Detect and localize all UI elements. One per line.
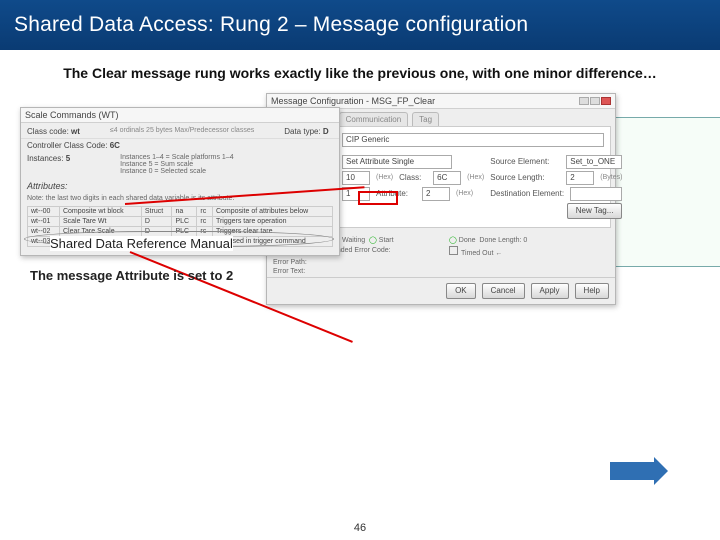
cancel-button[interactable]: Cancel — [482, 283, 525, 299]
select-destination[interactable] — [570, 187, 622, 201]
value-instances: 5 — [66, 154, 70, 163]
caption-reference-manual: Shared Data Reference Manual — [50, 236, 233, 251]
tab-communication[interactable]: Communication — [339, 112, 409, 126]
label-class: Class: — [399, 173, 427, 182]
input-service-code[interactable]: 10 — [342, 171, 370, 185]
value-data-type: D — [323, 127, 329, 136]
value-class-code: wt — [71, 127, 80, 136]
status-done-length: Done Length: 0 — [479, 237, 527, 244]
status-start: Start — [379, 237, 394, 244]
ref-dialog-title: Scale Commands (WT) — [21, 108, 339, 123]
select-message-type[interactable]: CIP Generic — [342, 133, 604, 147]
input-source-length[interactable]: 2 — [566, 171, 594, 185]
select-source-element[interactable]: Set_to_ONE — [566, 155, 622, 169]
maximize-icon[interactable] — [590, 97, 600, 105]
apply-button[interactable]: Apply — [531, 283, 569, 299]
unit-hex: (Hex) — [376, 174, 393, 181]
instances-note-3: Instance 0 = Selected scale — [120, 168, 233, 175]
label-data-type: Data type: — [284, 127, 320, 136]
close-icon[interactable] — [601, 97, 611, 105]
status-timed-out: Timed Out ← — [461, 250, 502, 257]
input-class[interactable]: 6C — [433, 171, 461, 185]
title-bar: Shared Data Access: Rung 2 – Message con… — [0, 0, 720, 50]
slide-title: Shared Data Access: Rung 2 – Message con… — [14, 13, 528, 37]
label-controller-class: Controller Class Code: — [27, 141, 107, 150]
new-tag-button[interactable]: New Tag... — [567, 203, 623, 219]
checkbox-timedout[interactable] — [449, 246, 458, 255]
page-number: 46 — [0, 522, 720, 534]
attribute-highlight-box — [358, 191, 398, 205]
unit-hex-2: (Hex) — [467, 174, 484, 181]
unit-hex-3: (Hex) — [456, 190, 473, 197]
instances-note-1: Instances 1–4 = Scale platforms 1–4 — [120, 154, 233, 161]
ok-button[interactable]: OK — [446, 283, 476, 299]
label-instances: Instances: — [27, 154, 63, 163]
value-controller-class: 6C — [110, 141, 120, 150]
caption-attribute-statement: The message Attribute is set to 2 — [30, 268, 233, 283]
dialog-title-text: Message Configuration - MSG_FP_Clear — [271, 96, 435, 106]
help-button[interactable]: Help — [575, 283, 609, 299]
tab-tag[interactable]: Tag — [412, 112, 439, 126]
select-service-type[interactable]: Set Attribute Single — [342, 155, 452, 169]
status-error-path: Error Path: — [273, 259, 433, 266]
input-attribute[interactable]: 2 — [422, 187, 450, 201]
next-arrow-icon[interactable] — [610, 462, 654, 480]
table-row: wt--01Scale Tare WtDPLCrcTriggers tare o… — [28, 216, 333, 226]
label-source-length: Source Length: — [490, 173, 560, 182]
table-row: wt--00Composite wt blockStructnarcCompos… — [28, 206, 333, 216]
instances-note-2: Instance 5 = Sum scale — [120, 161, 233, 168]
label-destination: Destination Element: — [490, 189, 564, 198]
slide-subtitle: The Clear message rung works exactly lik… — [0, 50, 720, 89]
status-error-text: Error Text: — [273, 268, 433, 275]
content-area: Sends Clear message to clear the Floatin… — [20, 93, 700, 333]
label-source-element: Source Element: — [490, 157, 560, 166]
window-buttons — [579, 97, 611, 105]
minimize-icon[interactable] — [579, 97, 589, 105]
unit-bytes: (Bytes) — [600, 174, 622, 181]
status-done: Done — [459, 237, 476, 244]
label-class-code: Class code: — [27, 127, 69, 136]
